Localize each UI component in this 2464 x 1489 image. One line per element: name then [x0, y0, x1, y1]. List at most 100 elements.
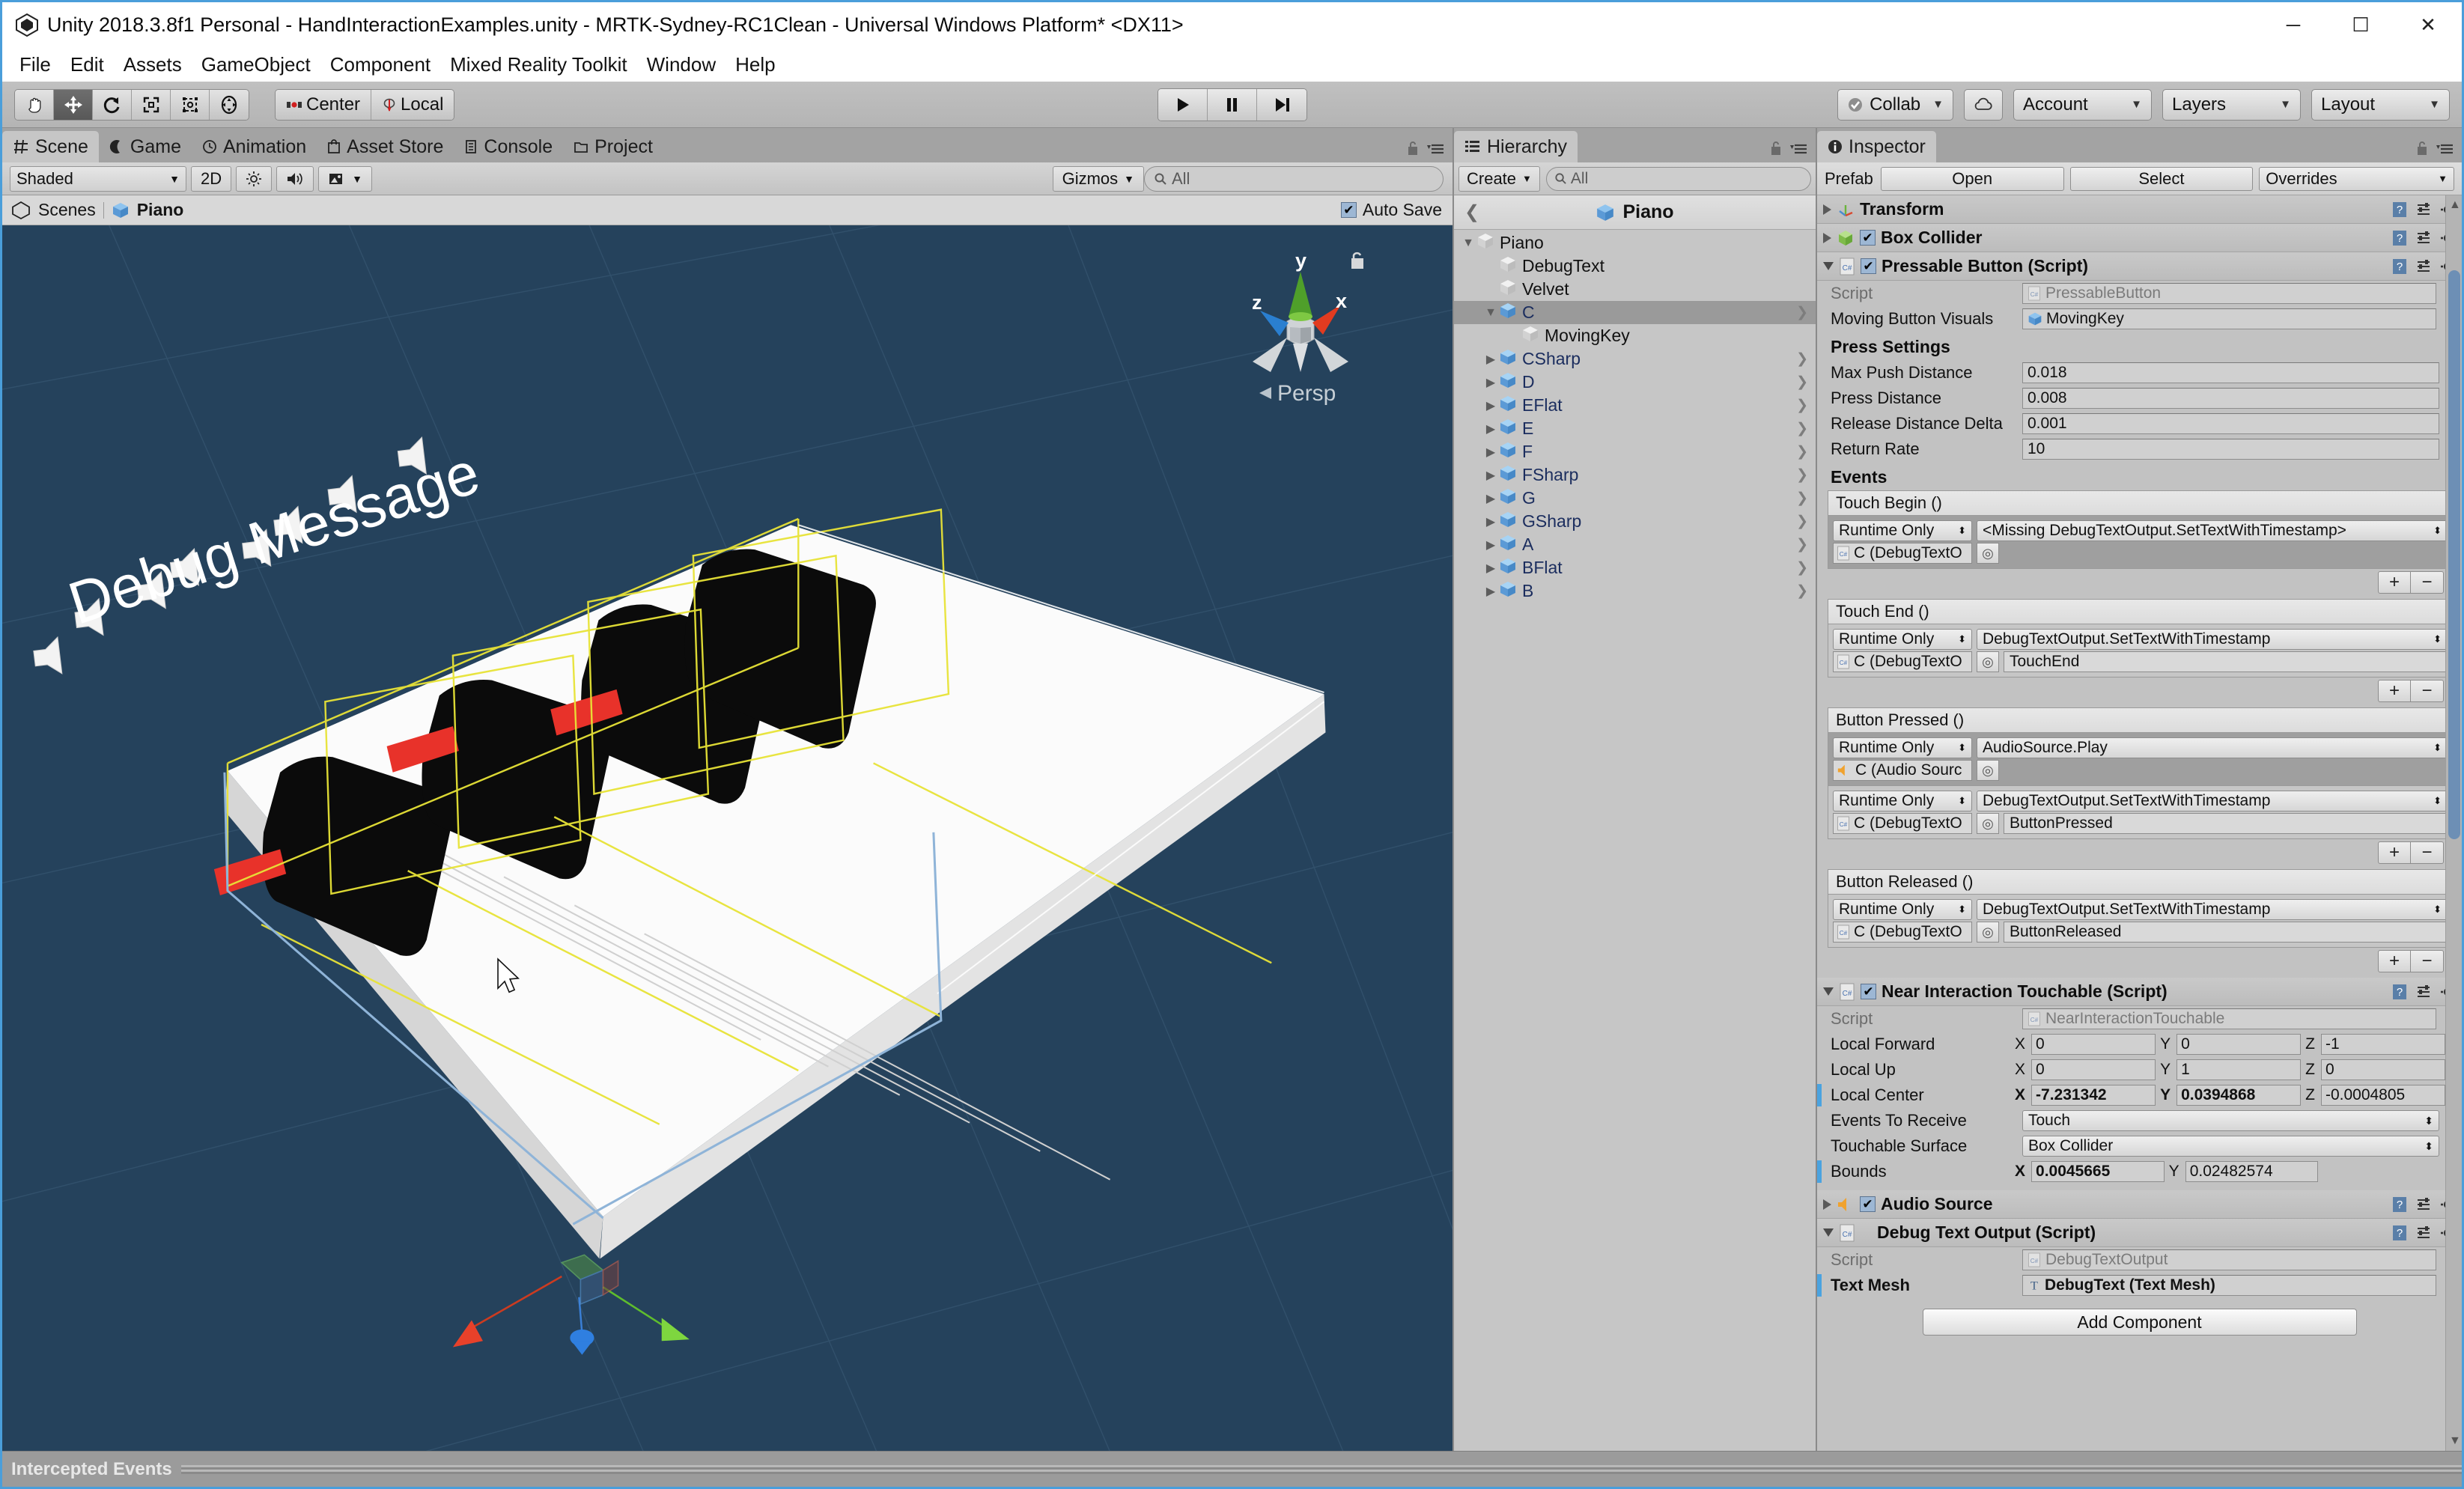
menu-item-file[interactable]: File [10, 50, 61, 79]
preset-icon[interactable] [2415, 1196, 2432, 1213]
menu-item-assets[interactable]: Assets [114, 50, 192, 79]
release-distance-delta-input[interactable]: 0.001 [2022, 413, 2439, 434]
breadcrumb-current-label[interactable]: Piano [137, 200, 184, 220]
dto-script-object-field[interactable]: C# DebugTextOutput [2022, 1249, 2436, 1270]
scroll-down-arrow-icon[interactable]: ▼ [2449, 1434, 2461, 1448]
remove-listener-button[interactable]: − [2411, 680, 2444, 702]
expand-arrow-icon[interactable]: ▶ [1482, 491, 1499, 506]
step-button[interactable] [1256, 88, 1306, 121]
help-icon[interactable]: ? [2391, 230, 2408, 246]
enter-prefab-chevron-icon[interactable]: ❯ [1796, 374, 1808, 391]
moving-visuals-object-field[interactable]: MovingKey [2022, 308, 2436, 329]
expand-arrow-icon[interactable]: ▶ [1482, 352, 1499, 367]
event-target-object-field[interactable]: C# C (DebugTextO [1833, 922, 1972, 943]
collapse-arrow-icon[interactable] [1823, 1228, 1834, 1237]
add-listener-button[interactable]: + [2378, 571, 2411, 594]
menu-item-mixed-reality-toolkit[interactable]: Mixed Reality Toolkit [440, 50, 637, 79]
event-target-object-field[interactable]: C# C (DebugTextO [1833, 813, 1972, 834]
expand-arrow-icon[interactable]: ▶ [1482, 421, 1499, 436]
preset-icon[interactable] [2415, 258, 2432, 275]
hierarchy-item-gsharp[interactable]: ▶ GSharp ❯ [1454, 510, 1816, 533]
close-button[interactable]: ✕ [2394, 2, 2462, 47]
hierarchy-item-a[interactable]: ▶ A ❯ [1454, 533, 1816, 556]
enter-prefab-chevron-icon[interactable]: ❯ [1796, 443, 1808, 460]
cloud-button[interactable] [1964, 88, 2003, 121]
event-mode-dropdown[interactable]: Runtime Only ⬍ [1833, 899, 1972, 920]
expand-arrow-icon[interactable]: ▶ [1482, 514, 1499, 529]
local-forward-x-input[interactable]: 0 [2031, 1034, 2156, 1055]
move-tool-button[interactable] [54, 89, 93, 120]
object-picker-icon[interactable]: ◎ [1977, 651, 1999, 672]
touchable-surface-dropdown[interactable]: Box Collider ⬍ [2022, 1136, 2439, 1157]
local-up-y-input[interactable]: 1 [2176, 1059, 2302, 1080]
script-object-field[interactable]: C# PressableButton [2022, 283, 2436, 304]
event-target-object-field[interactable]: C# C (DebugTextO [1833, 651, 1972, 672]
pressable-button-enabled-checkbox[interactable]: ✔ [1861, 258, 1876, 274]
hierarchy-item-fsharp[interactable]: ▶ FSharp ❯ [1454, 463, 1816, 487]
help-icon[interactable]: ? [2391, 1225, 2408, 1241]
menu-item-help[interactable]: Help [725, 50, 785, 79]
preset-icon[interactable] [2415, 984, 2432, 1000]
expand-arrow-icon[interactable]: ▶ [1482, 561, 1499, 576]
hierarchy-item-bflat[interactable]: ▶ BFlat ❯ [1454, 556, 1816, 579]
event-method-dropdown[interactable]: DebugTextOutput.SetTextWithTimestamp ⬍ [1977, 791, 2448, 812]
preset-icon[interactable] [2415, 201, 2432, 218]
account-button[interactable]: Account ▼ [2013, 88, 2152, 121]
event-target-object-field[interactable]: C (Audio Sourc [1833, 760, 1972, 781]
menu-item-window[interactable]: Window [637, 50, 725, 79]
local-up-x-input[interactable]: 0 [2031, 1059, 2156, 1080]
hierarchy-item-debugtext[interactable]: DebugText [1454, 255, 1816, 278]
add-listener-button[interactable]: + [2378, 841, 2411, 864]
enter-prefab-chevron-icon[interactable]: ❯ [1796, 490, 1808, 507]
component-header-pressable-button[interactable]: C# ✔ Pressable Button (Script) ? [1817, 252, 2462, 281]
scene-audio-toggle[interactable] [276, 165, 314, 192]
event-target-object-field[interactable]: C# C (DebugTextO [1833, 543, 1972, 564]
help-icon[interactable]: ? [2391, 201, 2408, 218]
expand-arrow-icon[interactable]: ▶ [1482, 468, 1499, 483]
hierarchy-item-piano[interactable]: ▼ Piano [1454, 231, 1816, 255]
menu-item-gameobject[interactable]: GameObject [192, 50, 320, 79]
tab-asset-store[interactable]: Asset Store [317, 131, 454, 162]
enter-prefab-chevron-icon[interactable]: ❯ [1796, 350, 1808, 368]
hierarchy-item-c[interactable]: ▼ C ❯ [1454, 301, 1816, 324]
inspector-content[interactable]: Transform ? ✔ Box Collider ? C# ✔ Pressa… [1817, 195, 2462, 1451]
event-method-dropdown[interactable]: DebugTextOutput.SetTextWithTimestamp ⬍ [1977, 629, 2448, 650]
nit-script-object-field[interactable]: C# NearInteractionTouchable [2022, 1008, 2436, 1029]
scene-axis-gizmo[interactable]: y x z Persp [1214, 240, 1387, 420]
enter-prefab-chevron-icon[interactable]: ❯ [1796, 397, 1808, 414]
lock-icon[interactable] [1405, 140, 1420, 156]
tab-console[interactable]: Console [454, 131, 563, 162]
auto-save-toggle[interactable]: ✔ Auto Save [1340, 200, 1442, 220]
prefab-overrides-dropdown[interactable]: Overrides ▼ [2259, 166, 2454, 191]
scene-search-input[interactable]: All [1144, 165, 1444, 192]
expand-arrow-icon[interactable] [1823, 232, 1831, 243]
local-center-x-input[interactable]: -7.231342 [2031, 1085, 2156, 1106]
hierarchy-item-eflat[interactable]: ▶ EFlat ❯ [1454, 394, 1816, 417]
text-mesh-object-field[interactable]: T DebugText (Text Mesh) [2022, 1275, 2436, 1296]
event-method-dropdown[interactable]: <Missing DebugTextOutput.SetTextWithTime… [1977, 520, 2448, 541]
hierarchy-item-velvet[interactable]: Velvet [1454, 278, 1816, 301]
hand-tool-button[interactable] [15, 89, 54, 120]
object-picker-icon[interactable]: ◎ [1977, 813, 1999, 834]
events-to-receive-dropdown[interactable]: Touch ⬍ [2022, 1110, 2439, 1131]
layers-button[interactable]: Layers ▼ [2162, 88, 2301, 121]
pivot-local-button[interactable]: Local [371, 89, 454, 120]
bounds-y-input[interactable]: 0.02482574 [2185, 1161, 2319, 1182]
expand-arrow-icon[interactable]: ▶ [1482, 398, 1499, 413]
component-header-transform[interactable]: Transform ? [1817, 195, 2462, 224]
play-button[interactable] [1158, 88, 1208, 121]
rotate-tool-button[interactable] [93, 89, 132, 120]
hierarchy-tree[interactable]: ▼ Piano DebugText Velvet ▼ C ❯ MovingKey ▶ CSharp… [1454, 230, 1816, 1451]
maximize-button[interactable]: ☐ [2327, 2, 2394, 47]
component-header-audio-source[interactable]: ✔ Audio Source ? [1817, 1190, 2462, 1219]
expand-arrow-icon[interactable]: ▶ [1482, 445, 1499, 460]
collapse-arrow-icon[interactable] [1823, 262, 1834, 270]
hierarchy-item-csharp[interactable]: ▶ CSharp ❯ [1454, 347, 1816, 371]
near-touchable-enabled-checkbox[interactable]: ✔ [1861, 984, 1876, 999]
collapse-arrow-icon[interactable]: ▼ [1460, 237, 1476, 250]
tab-game[interactable]: Game [99, 131, 192, 162]
max-push-distance-input[interactable]: 0.018 [2022, 362, 2439, 383]
event-mode-dropdown[interactable]: Runtime Only ⬍ [1833, 520, 1972, 541]
minimize-button[interactable]: ─ [2260, 2, 2327, 47]
pane-menu-icon[interactable] [2436, 141, 2456, 156]
